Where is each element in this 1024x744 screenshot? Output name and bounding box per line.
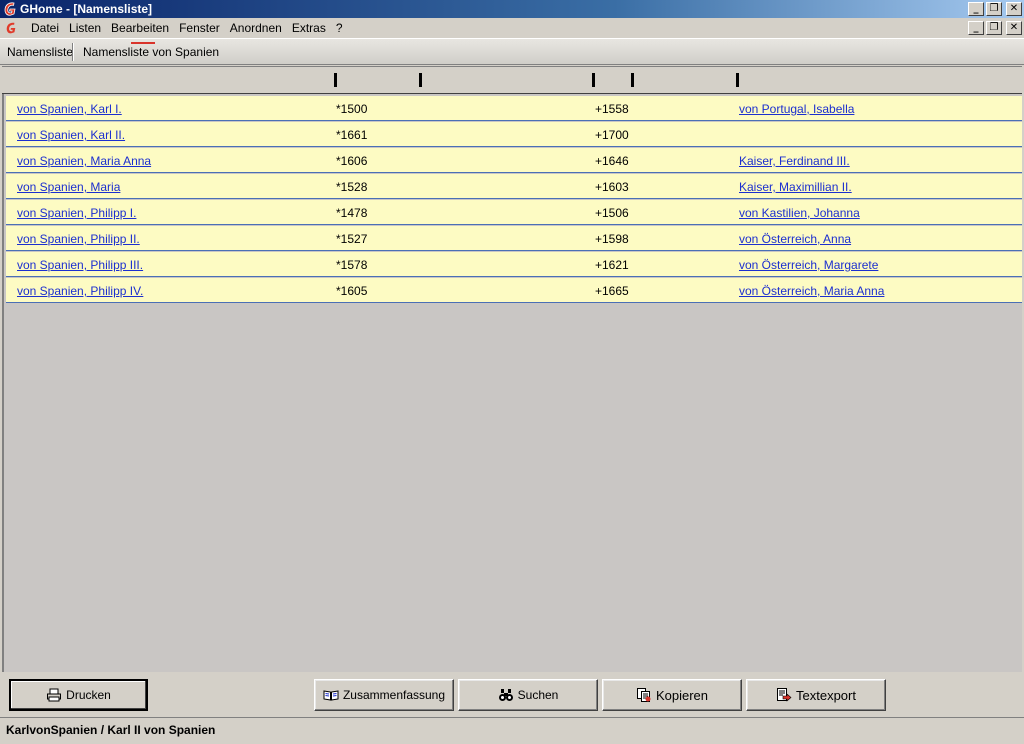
minimize-button[interactable]: _ bbox=[968, 2, 984, 16]
doc-minimize-button[interactable]: _ bbox=[968, 21, 984, 35]
name-list: von Spanien, Karl I. *1500 +1558 von Por… bbox=[2, 94, 1022, 672]
table-row[interactable]: von Spanien, Philipp III. *1578 +1621 vo… bbox=[6, 252, 1022, 277]
tab-bar: Namensliste Namensliste von Spanien bbox=[0, 39, 1024, 65]
person-name-link[interactable]: von Spanien, Karl I. bbox=[17, 102, 122, 116]
document-app-icon[interactable] bbox=[5, 21, 17, 35]
death-year: +1558 bbox=[595, 102, 629, 116]
birth-year: *1578 bbox=[336, 258, 368, 272]
birth-year: *1606 bbox=[336, 154, 368, 168]
summary-label: Zusammenfassung bbox=[342, 688, 446, 702]
text-export-label: Textexport bbox=[796, 687, 856, 703]
person-name-link[interactable]: von Spanien, Karl II. bbox=[17, 128, 125, 142]
person-name-link[interactable]: von Spanien, Philipp IV. bbox=[17, 284, 143, 298]
death-year: +1665 bbox=[595, 284, 629, 298]
menu-anordnen[interactable]: Anordnen bbox=[225, 21, 287, 36]
birth-year: *1500 bbox=[336, 102, 368, 116]
menu-bar: Datei Listen Bearbeiten Fenster Anordnen… bbox=[0, 18, 1024, 39]
column-header bbox=[2, 66, 1022, 95]
doc-restore-button[interactable]: ❐ bbox=[986, 21, 1002, 35]
search-button[interactable]: Suchen bbox=[458, 679, 598, 711]
birth-year: *1527 bbox=[336, 232, 368, 246]
table-row[interactable]: von Spanien, Philipp I. *1478 +1506 von … bbox=[6, 200, 1022, 225]
status-text: KarlvonSpanien / Karl II von Spanien bbox=[6, 723, 216, 737]
printer-icon bbox=[47, 688, 62, 702]
spouse-link[interactable]: Kaiser, Maximillian II. bbox=[739, 180, 852, 194]
table-row[interactable]: von Spanien, Karl I. *1500 +1558 von Por… bbox=[6, 96, 1022, 121]
person-name-link[interactable]: von Spanien, Philipp I. bbox=[17, 206, 136, 220]
title-bar: GHome - [Namensliste] _ ❐ ✕ bbox=[0, 0, 1024, 18]
spouse-link[interactable]: von Portugal, Isabella bbox=[739, 102, 854, 116]
person-name-link[interactable]: von Spanien, Philipp III. bbox=[17, 258, 143, 272]
spouse-link[interactable]: von Österreich, Maria Anna bbox=[739, 284, 884, 298]
ghome-app-icon[interactable] bbox=[3, 1, 17, 17]
menu-datei[interactable]: Datei bbox=[26, 21, 64, 36]
person-name-link[interactable]: von Spanien, Philipp II. bbox=[17, 232, 140, 246]
tab-namensliste[interactable]: Namensliste bbox=[7, 45, 73, 59]
menu-extras[interactable]: Extras bbox=[287, 21, 331, 36]
menu-help[interactable]: ? bbox=[331, 21, 348, 36]
column-resize-handle[interactable] bbox=[631, 73, 634, 87]
tab-namensliste-von-spanien[interactable]: Namensliste von Spanien bbox=[83, 45, 219, 59]
spouse-link[interactable]: von Kastilien, Johanna bbox=[739, 206, 860, 220]
window-title: GHome - [Namensliste] bbox=[20, 2, 153, 16]
birth-year: *1605 bbox=[336, 284, 368, 298]
table-row[interactable]: von Spanien, Philipp IV. *1605 +1665 von… bbox=[6, 278, 1022, 303]
table-row[interactable]: von Spanien, Karl II. *1661 +1700 bbox=[6, 122, 1022, 147]
death-year: +1646 bbox=[595, 154, 629, 168]
person-name-link[interactable]: von Spanien, Maria Anna bbox=[17, 154, 151, 168]
person-name-link[interactable]: von Spanien, Maria bbox=[17, 180, 120, 194]
death-year: +1621 bbox=[595, 258, 629, 272]
column-resize-handle[interactable] bbox=[592, 73, 595, 87]
birth-year: *1661 bbox=[336, 128, 368, 142]
column-resize-handle[interactable] bbox=[419, 73, 422, 87]
spouse-link[interactable]: von Österreich, Margarete bbox=[739, 258, 878, 272]
menu-listen[interactable]: Listen bbox=[64, 21, 106, 36]
export-icon bbox=[777, 688, 792, 702]
copy-button[interactable]: Kopieren bbox=[602, 679, 742, 711]
print-label: Drucken bbox=[66, 688, 111, 702]
summary-button[interactable]: Zusammenfassung bbox=[314, 679, 454, 711]
birth-year: *1478 bbox=[336, 206, 368, 220]
search-label: Suchen bbox=[517, 688, 559, 702]
table-row[interactable]: von Spanien, Philipp II. *1527 +1598 von… bbox=[6, 226, 1022, 251]
table-row[interactable]: von Spanien, Maria *1528 +1603 Kaiser, M… bbox=[6, 174, 1022, 199]
table-row[interactable]: von Spanien, Maria Anna *1606 +1646 Kais… bbox=[6, 148, 1022, 173]
active-tab-indicator bbox=[131, 42, 155, 44]
close-button[interactable]: ✕ bbox=[1006, 2, 1022, 16]
book-icon bbox=[323, 690, 339, 701]
birth-year: *1528 bbox=[336, 180, 368, 194]
spouse-link[interactable]: von Österreich, Anna bbox=[739, 232, 851, 246]
column-resize-handle[interactable] bbox=[736, 73, 739, 87]
print-button[interactable]: Drucken bbox=[9, 679, 148, 711]
doc-close-button[interactable]: ✕ bbox=[1006, 21, 1022, 35]
tab-separator bbox=[72, 43, 74, 61]
status-bar: KarlvonSpanien / Karl II von Spanien bbox=[0, 717, 1024, 743]
copy-icon bbox=[636, 688, 651, 702]
restore-button[interactable]: ❐ bbox=[986, 2, 1002, 16]
binoculars-icon bbox=[498, 689, 513, 701]
copy-label: Kopieren bbox=[655, 687, 709, 703]
spouse-link[interactable]: Kaiser, Ferdinand III. bbox=[739, 154, 850, 168]
column-resize-handle[interactable] bbox=[334, 73, 337, 87]
menu-bearbeiten[interactable]: Bearbeiten bbox=[106, 21, 174, 36]
action-bar: Drucken Zusammenfassung Suchen Kopieren bbox=[0, 674, 1024, 716]
death-year: +1700 bbox=[595, 128, 629, 142]
menu-fenster[interactable]: Fenster bbox=[174, 21, 225, 36]
death-year: +1603 bbox=[595, 180, 629, 194]
death-year: +1598 bbox=[595, 232, 629, 246]
death-year: +1506 bbox=[595, 206, 629, 220]
text-export-button[interactable]: Textexport bbox=[746, 679, 886, 711]
